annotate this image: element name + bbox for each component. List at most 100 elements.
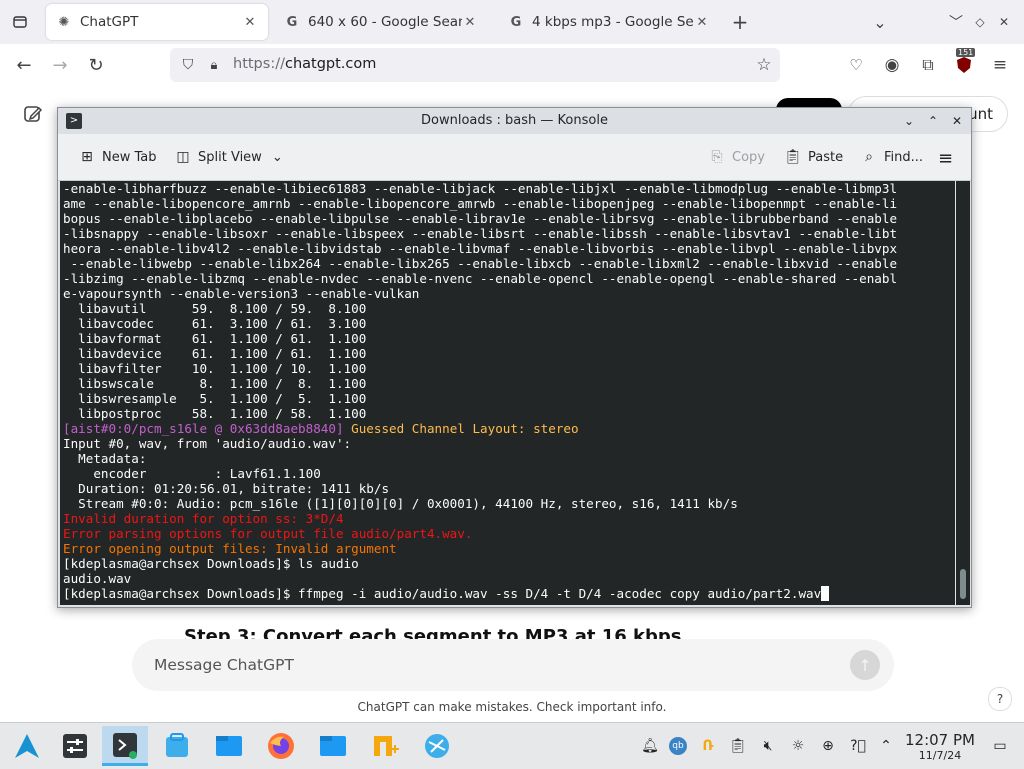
close-window-icon[interactable]: ✕ bbox=[992, 10, 1016, 34]
ublock-icon[interactable]: 151 bbox=[952, 48, 976, 77]
close-tab-icon[interactable]: ✕ bbox=[242, 15, 258, 30]
tab-list-icon[interactable] bbox=[8, 10, 32, 34]
message-placeholder: Message ChatGPT bbox=[154, 656, 294, 674]
show-desktop-icon[interactable]: ▭ bbox=[990, 736, 1010, 756]
split-view-button[interactable]: ◫ Split View ⌄ bbox=[174, 148, 283, 166]
terminal-line: libavfilter 10. 1.100 / 10. 1.100 bbox=[63, 361, 367, 376]
tray-app-icon[interactable]: Ռ bbox=[698, 736, 718, 756]
gaming-app-icon[interactable] bbox=[362, 726, 408, 766]
hamburger-menu-icon[interactable]: ≡ bbox=[938, 148, 953, 169]
restore-window-icon[interactable]: ◇ bbox=[968, 10, 992, 34]
reload-icon[interactable]: ↻ bbox=[84, 53, 108, 77]
chevron-down-icon: ⌄ bbox=[271, 149, 283, 165]
window-title: Downloads : bash — Konsole bbox=[421, 113, 608, 128]
terminal-line: --enable-libwebp --enable-libx264 --enab… bbox=[63, 256, 898, 271]
expand-tray-icon[interactable]: ⌃ bbox=[876, 736, 896, 756]
shield-icon[interactable]: ⛉ bbox=[176, 53, 200, 77]
tab-title: 4 kbps mp3 - Google Sear bbox=[532, 14, 694, 30]
terminal-line: libswscale 8. 1.100 / 8. 1.100 bbox=[63, 376, 367, 391]
step-heading: Step 3: Convert each segment to MP3 at 1… bbox=[184, 626, 682, 640]
browser-nav-bar: ← → ↻ ⛉ 🔒︎ https://chatgpt.com ☆ ♡ ◉ ⧉ 1… bbox=[0, 44, 1024, 87]
error-line: Error parsing options for output file au… bbox=[63, 526, 473, 541]
arch-launcher-icon[interactable] bbox=[4, 726, 50, 766]
volume-muted-icon[interactable]: 🔇︎ bbox=[758, 736, 778, 756]
forward-arrow-icon[interactable]: → bbox=[48, 53, 72, 77]
url-scheme: https:// bbox=[233, 56, 285, 72]
minimize-window-icon[interactable]: ﹀ bbox=[944, 10, 968, 34]
new-chat-edit-icon[interactable] bbox=[22, 103, 44, 125]
message-input[interactable]: Message ChatGPT ↑ bbox=[132, 639, 894, 691]
back-arrow-icon[interactable]: ← bbox=[12, 53, 36, 77]
help-circle-icon[interactable]: ?⃝ bbox=[848, 736, 868, 756]
dolphin-icon[interactable] bbox=[206, 726, 252, 766]
bookmark-star-icon[interactable]: ☆ bbox=[752, 53, 776, 77]
new-tab-button[interactable]: ⊞ New Tab bbox=[78, 148, 156, 166]
terminal-line: Duration: 01:20:56.01, bitrate: 1411 kb/… bbox=[63, 481, 390, 496]
shell-prompt-line: [kdeplasma@archsex Downloads]$ ls audio bbox=[63, 556, 359, 571]
clock-time[interactable]: 12:07 PM bbox=[900, 731, 980, 749]
terminal-output[interactable]: -enable-libharfbuzz --enable-libiec61883… bbox=[60, 181, 955, 605]
clock-date[interactable]: 11/7/24 bbox=[900, 749, 980, 762]
disclaimer-text: ChatGPT can make mistakes. Check importa… bbox=[357, 700, 667, 714]
copy-button[interactable]: ⎘ Copy bbox=[708, 148, 765, 166]
tab-chatgpt[interactable]: ✺ ChatGPT ✕ bbox=[46, 4, 268, 40]
pocket-icon[interactable]: ♡ bbox=[844, 53, 868, 77]
konsole-window: > Downloads : bash — Konsole ⌄ ⌃ ✕ ⊞ New… bbox=[57, 107, 972, 608]
list-all-tabs-icon[interactable]: ⌄ bbox=[868, 10, 892, 34]
system-settings-icon[interactable] bbox=[52, 726, 98, 766]
find-button[interactable]: ⌕ Find... bbox=[860, 148, 923, 166]
openai-icon: ✺ bbox=[58, 14, 70, 30]
tab-google-search-1[interactable]: G 640 x 60 - Google Search ✕ bbox=[274, 4, 488, 40]
tab-google-search-2[interactable]: G 4 kbps mp3 - Google Sear ✕ bbox=[498, 4, 720, 40]
error-line: Error opening output files: Invalid argu… bbox=[63, 541, 397, 556]
close-icon[interactable]: ✕ bbox=[948, 112, 966, 130]
url-text[interactable]: https://chatgpt.com bbox=[233, 56, 376, 72]
paste-button[interactable]: 📋︎ Paste bbox=[784, 148, 843, 166]
terminal-line: e-vapoursynth --enable-version3 --enable… bbox=[63, 286, 420, 301]
clipboard-icon[interactable]: 📋︎ bbox=[728, 736, 748, 756]
scrollbar-thumb[interactable] bbox=[960, 569, 966, 599]
terminal-line: bopus --enable-libplacebo --enable-libpu… bbox=[63, 211, 898, 226]
close-tab-icon[interactable]: ✕ bbox=[462, 15, 478, 30]
terminal-line: -libzimg --enable-libzmq --enable-nvdec … bbox=[63, 271, 898, 286]
new-tab-icon: ⊞ bbox=[81, 149, 93, 165]
extension-badge: 151 bbox=[956, 48, 976, 57]
konsole-toolbar: ⊞ New Tab ◫ Split View ⌄ ⎘ Copy 📋︎ Paste… bbox=[58, 134, 971, 181]
close-tab-icon[interactable]: ✕ bbox=[694, 15, 710, 30]
shell-prompt-line: [kdeplasma@archsex Downloads]$ ffmpeg -i… bbox=[63, 586, 822, 601]
file-manager-icon[interactable] bbox=[310, 726, 356, 766]
terminal-line: libpostproc 58. 1.100 / 58. 1.100 bbox=[63, 406, 367, 421]
qbittorrent-icon[interactable]: qb bbox=[668, 736, 688, 756]
help-button[interactable]: ? bbox=[988, 687, 1012, 711]
new-tab-button[interactable]: + bbox=[728, 10, 752, 34]
url-bar[interactable]: ⛉ 🔒︎ https://chatgpt.com ☆ bbox=[170, 48, 780, 82]
hamburger-menu-icon[interactable]: ≡ bbox=[988, 53, 1012, 77]
terminal-scrollbar[interactable] bbox=[956, 181, 970, 605]
notification-bell-icon[interactable]: 🔔︎ bbox=[640, 736, 660, 756]
extensions-icon[interactable]: ⧉ bbox=[916, 53, 940, 77]
copy-icon: ⎘ bbox=[711, 149, 723, 165]
send-arrow-icon[interactable]: ↑ bbox=[850, 650, 880, 680]
terminal-line: libswresample 5. 1.100 / 5. 1.100 bbox=[63, 391, 367, 406]
brightness-icon[interactable]: ☼ bbox=[788, 736, 808, 756]
firefox-icon[interactable] bbox=[258, 726, 304, 766]
maximize-icon[interactable]: ⌃ bbox=[924, 112, 942, 130]
network-icon[interactable]: ⊕ bbox=[818, 736, 838, 756]
find-label: Find... bbox=[884, 149, 924, 165]
globe-app-icon[interactable] bbox=[414, 726, 460, 766]
terminal-text[interactable]: -enable-libharfbuzz --enable-libiec61883… bbox=[60, 181, 955, 601]
account-icon[interactable]: ◉ bbox=[880, 53, 904, 77]
ffmpeg-config-lines: -enable-libharfbuzz --enable-libiec61883… bbox=[63, 181, 897, 421]
konsole-title-bar[interactable]: > Downloads : bash — Konsole ⌄ ⌃ ✕ bbox=[58, 108, 971, 134]
discover-icon[interactable] bbox=[154, 726, 200, 766]
terminal-line: Stream #0:0: Audio: pcm_s16le ([1][0][0]… bbox=[63, 496, 738, 511]
split-view-label: Split View bbox=[198, 149, 262, 165]
plasma-taskbar: 🔔︎ qb Ռ 📋︎ 🔇︎ ☼ ⊕ ?⃝ ⌃ 12:07 PM 11/7/24 … bbox=[0, 722, 1024, 769]
lock-icon[interactable]: 🔒︎ bbox=[202, 53, 226, 77]
konsole-task-icon[interactable] bbox=[102, 726, 148, 766]
copy-label: Copy bbox=[732, 149, 765, 165]
stream-guess-message: Guessed Channel Layout: stereo bbox=[343, 421, 579, 436]
chevron-down-icon[interactable]: ⌄ bbox=[900, 112, 918, 130]
url-host: chatgpt.com bbox=[284, 56, 377, 72]
paste-icon: 📋︎ bbox=[784, 149, 802, 165]
